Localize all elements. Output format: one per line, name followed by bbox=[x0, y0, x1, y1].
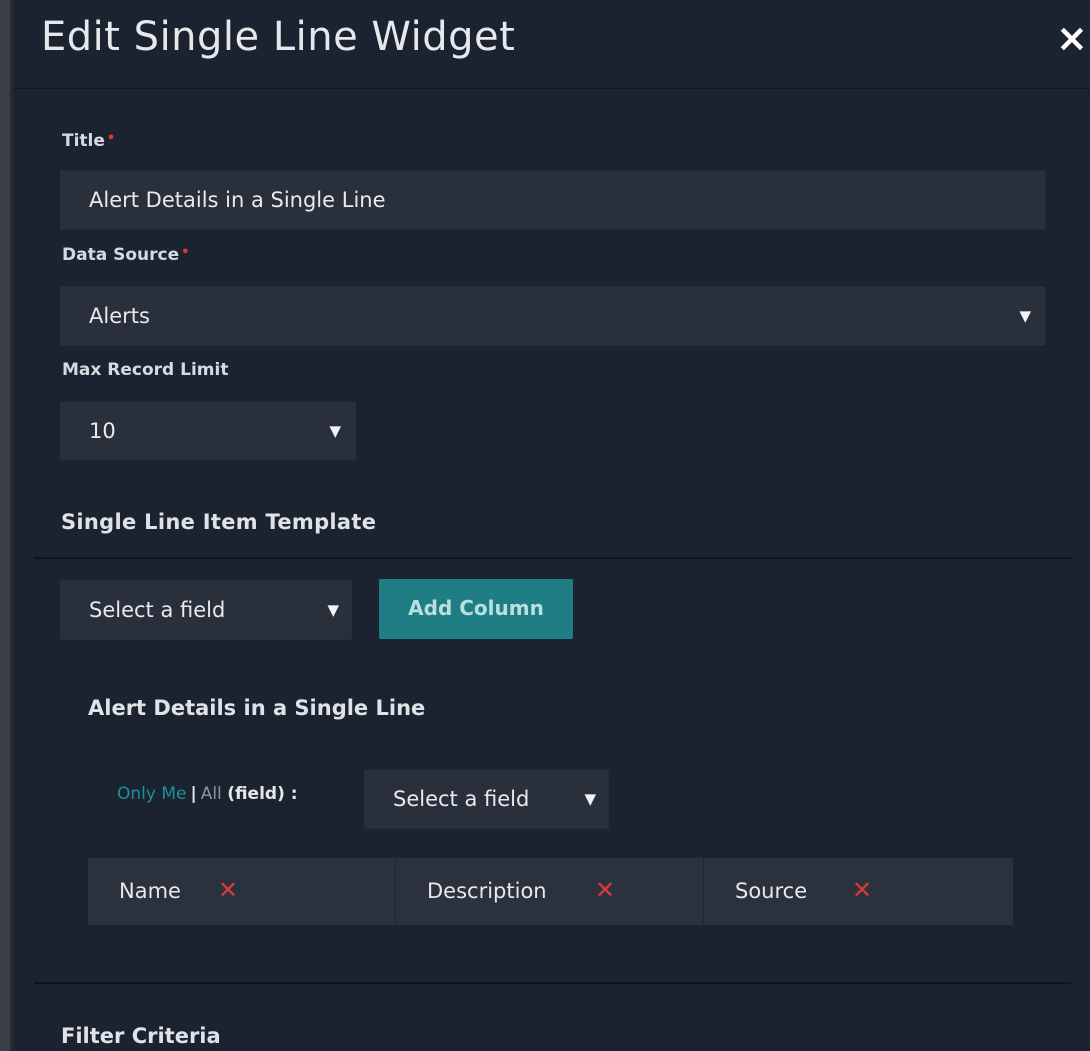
scope-toggle: Only Me | All (field) : bbox=[117, 784, 298, 804]
chevron-down-icon: ▼ bbox=[1019, 307, 1031, 325]
column-name: Description bbox=[427, 879, 547, 903]
column-name: Name bbox=[119, 879, 181, 903]
remove-x-icon[interactable]: ✕ bbox=[852, 858, 872, 922]
column-name: Source bbox=[735, 879, 808, 903]
template-section-title: Single Line Item Template bbox=[61, 510, 377, 534]
required-marker: • bbox=[106, 131, 116, 146]
modal-title: Edit Single Line Widget bbox=[41, 14, 516, 60]
field-select-value: Select a field bbox=[89, 598, 226, 622]
column-chip-source[interactable]: Source ✕ bbox=[704, 858, 1013, 925]
data-source-value: Alerts bbox=[89, 304, 150, 328]
title-label: Title • bbox=[62, 131, 115, 151]
title-label-text: Title bbox=[62, 131, 105, 151]
filter-section-title: Filter Criteria bbox=[61, 1024, 221, 1048]
column-chip-name[interactable]: Name ✕ bbox=[88, 858, 396, 925]
edit-widget-modal: Edit Single Line Widget × Title • Alert D… bbox=[13, 0, 1090, 1051]
close-icon[interactable]: × bbox=[1056, 16, 1088, 60]
scope-separator: | bbox=[190, 784, 197, 804]
field-select[interactable]: Select a field ▼ bbox=[60, 580, 352, 640]
title-input[interactable]: Alert Details in a Single Line bbox=[60, 170, 1046, 230]
max-record-select[interactable]: 10 ▼ bbox=[60, 401, 356, 460]
scope-field-label: (field) : bbox=[227, 784, 298, 804]
scope-field-select-value: Select a field bbox=[393, 787, 530, 811]
scope-field-select[interactable]: Select a field ▼ bbox=[364, 769, 609, 829]
chevron-down-icon: ▼ bbox=[584, 790, 596, 808]
remove-x-icon[interactable]: ✕ bbox=[218, 858, 238, 922]
data-source-label: Data Source • bbox=[62, 245, 189, 265]
preview-title: Alert Details in a Single Line bbox=[88, 696, 426, 720]
column-chip-description[interactable]: Description ✕ bbox=[396, 858, 704, 925]
required-marker: • bbox=[181, 245, 190, 260]
modal-header: Edit Single Line Widget × bbox=[13, 0, 1090, 89]
all-link[interactable]: All bbox=[201, 784, 222, 804]
max-record-label: Max Record Limit bbox=[62, 360, 229, 380]
data-source-select[interactable]: Alerts ▼ bbox=[60, 286, 1046, 346]
add-column-button[interactable]: Add Column bbox=[379, 579, 573, 639]
chevron-down-icon: ▼ bbox=[327, 601, 339, 619]
backdrop-edge bbox=[0, 0, 10, 1051]
remove-x-icon[interactable]: ✕ bbox=[595, 858, 615, 922]
only-me-link[interactable]: Only Me bbox=[117, 784, 186, 804]
section-divider bbox=[34, 982, 1071, 984]
chevron-down-icon: ▼ bbox=[329, 422, 341, 440]
section-divider bbox=[34, 557, 1071, 559]
column-list: Name ✕ Description ✕ Source ✕ bbox=[88, 858, 1013, 925]
data-source-label-text: Data Source bbox=[62, 245, 180, 265]
max-record-value: 10 bbox=[89, 419, 116, 443]
title-input-value: Alert Details in a Single Line bbox=[89, 188, 386, 212]
